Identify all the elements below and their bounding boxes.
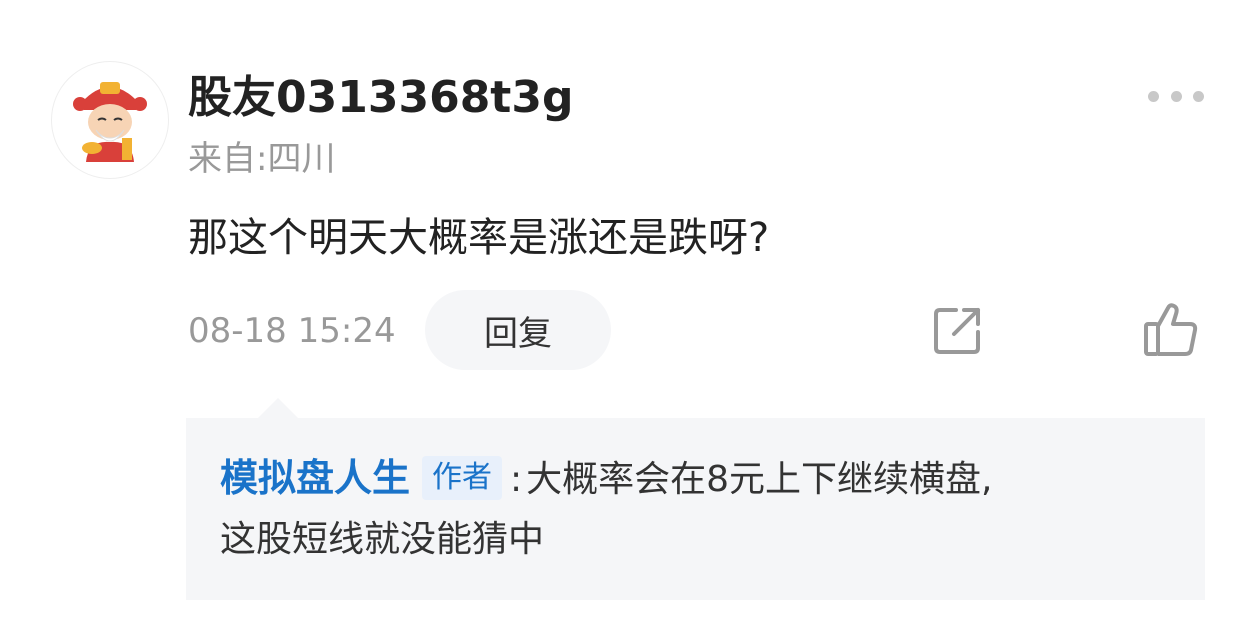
username[interactable]: 股友0313368t3g (188, 68, 573, 128)
comment-text: 那这个明天大概率是涨还是跌呀? (188, 215, 770, 261)
more-dots-icon (1193, 90, 1204, 102)
reply-text-line2: 这股短线就没能猜中 (220, 519, 545, 560)
like-button[interactable] (1140, 300, 1200, 358)
share-button[interactable] (930, 302, 986, 358)
share-icon (934, 308, 980, 354)
reply-text-line1: 大概率会在8元上下继续横盘, (526, 459, 993, 500)
reply-separator: : (510, 459, 523, 500)
author-badge: 作者 (422, 456, 503, 500)
reply-item: 模拟盘人生 作者: 大概率会在8元上下继续横盘, 这股短线就没能猜中 (220, 448, 1180, 570)
reply-author-name[interactable]: 模拟盘人生 (220, 456, 410, 500)
more-dots-icon (1148, 90, 1159, 102)
more-options-button[interactable] (1148, 84, 1204, 108)
god-of-wealth-avatar-icon (73, 82, 147, 162)
more-dots-icon (1170, 90, 1182, 102)
timestamp: 08-18 15:24 (188, 311, 396, 351)
thumbs-up-icon (1144, 303, 1198, 356)
reply-box-pointer (258, 398, 298, 418)
reply-button[interactable]: 回复 (425, 290, 611, 370)
location-label: 来自:四川 (188, 139, 336, 179)
avatar[interactable] (52, 62, 168, 178)
